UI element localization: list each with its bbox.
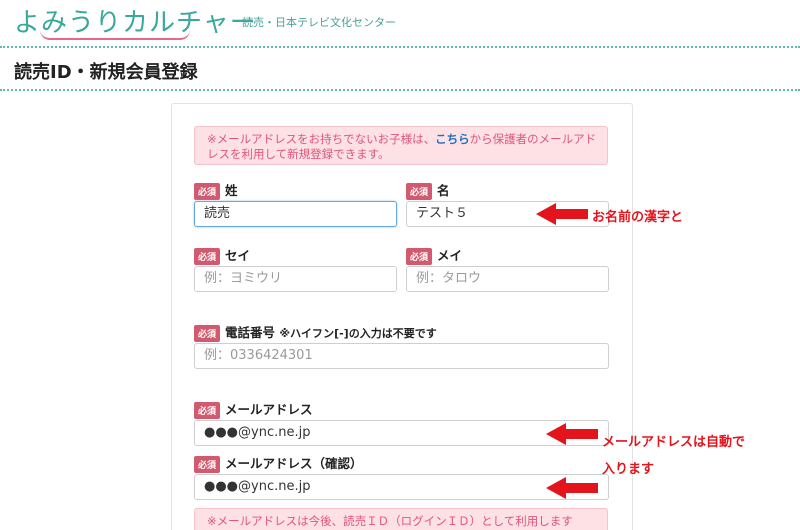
left-arrow-icon xyxy=(536,203,588,225)
sei-kana-label-text: セイ xyxy=(225,248,251,263)
required-badge: 必須 xyxy=(194,402,221,419)
name-callout: お名前の漢字と xyxy=(592,210,684,225)
mei-label: 必須名 xyxy=(406,180,450,200)
sei-kana-label: 必須 セイ xyxy=(194,245,250,265)
logo-swoosh xyxy=(40,30,190,40)
required-badge: 必須 xyxy=(194,248,221,265)
email-label-text: メールアドレス xyxy=(225,402,313,417)
required-badge: 必須 xyxy=(194,183,221,200)
header-divider xyxy=(0,46,800,48)
required-badge: 必須 xyxy=(406,248,433,265)
mei-kana-label-text: メイ xyxy=(437,248,463,263)
email-callout-line2: 入ります xyxy=(602,462,655,477)
login-id-notice-text: ※メールアドレスは今後、読売ＩＤ（ログインＩＤ）として利用します xyxy=(207,514,573,528)
required-badge: 必須 xyxy=(194,325,221,342)
mei-kana-input[interactable]: 例：タロウ xyxy=(406,266,609,292)
email-confirm-label-text: メールアドレス（確認） xyxy=(225,456,363,471)
mei-kana-label: 必須 メイ xyxy=(406,245,462,265)
left-arrow-icon xyxy=(546,477,598,499)
left-arrow-icon xyxy=(546,423,598,445)
required-badge: 必須 xyxy=(406,183,433,200)
child-email-notice: ※メールアドレスをお持ちでないお子様は、こちらから保護者のメールアドレスを利用し… xyxy=(194,126,608,165)
notice-prefix: ※メールアドレスをお持ちでないお子様は、 xyxy=(207,132,436,146)
mei-label-text: 名 xyxy=(437,183,450,198)
phone-label: 必須 電話番号 ※ハイフン[-]の入力は不要です xyxy=(194,322,437,342)
phone-label-text: 電話番号 xyxy=(225,325,276,340)
page-title: 読売ID・新規会員登録 xyxy=(14,62,198,83)
logo-subtitle: 読売・日本テレビ文化センター xyxy=(242,16,396,29)
sei-label: 必須姓 xyxy=(194,180,238,200)
sei-input[interactable]: 読売 xyxy=(194,201,397,227)
email-confirm-label: 必須 メールアドレス（確認） xyxy=(194,453,363,473)
phone-note: ※ハイフン[-]の入力は不要です xyxy=(279,327,437,340)
title-divider xyxy=(0,89,800,91)
login-id-notice: ※メールアドレスは今後、読売ＩＤ（ログインＩＤ）として利用します xyxy=(194,508,608,530)
required-badge: 必須 xyxy=(194,456,221,473)
sei-label-text: 姓 xyxy=(225,183,238,198)
phone-input[interactable]: 例：0336424301 xyxy=(194,343,609,369)
site-header: よみうりカルチャー 読売・日本テレビ文化センター xyxy=(0,0,800,46)
child-registration-link[interactable]: こちら xyxy=(435,132,470,146)
email-label: 必須 メールアドレス xyxy=(194,399,313,419)
email-callout-line1: メールアドレスは自動で xyxy=(602,435,746,450)
sei-kana-input[interactable]: 例：ヨミウリ xyxy=(194,266,397,292)
